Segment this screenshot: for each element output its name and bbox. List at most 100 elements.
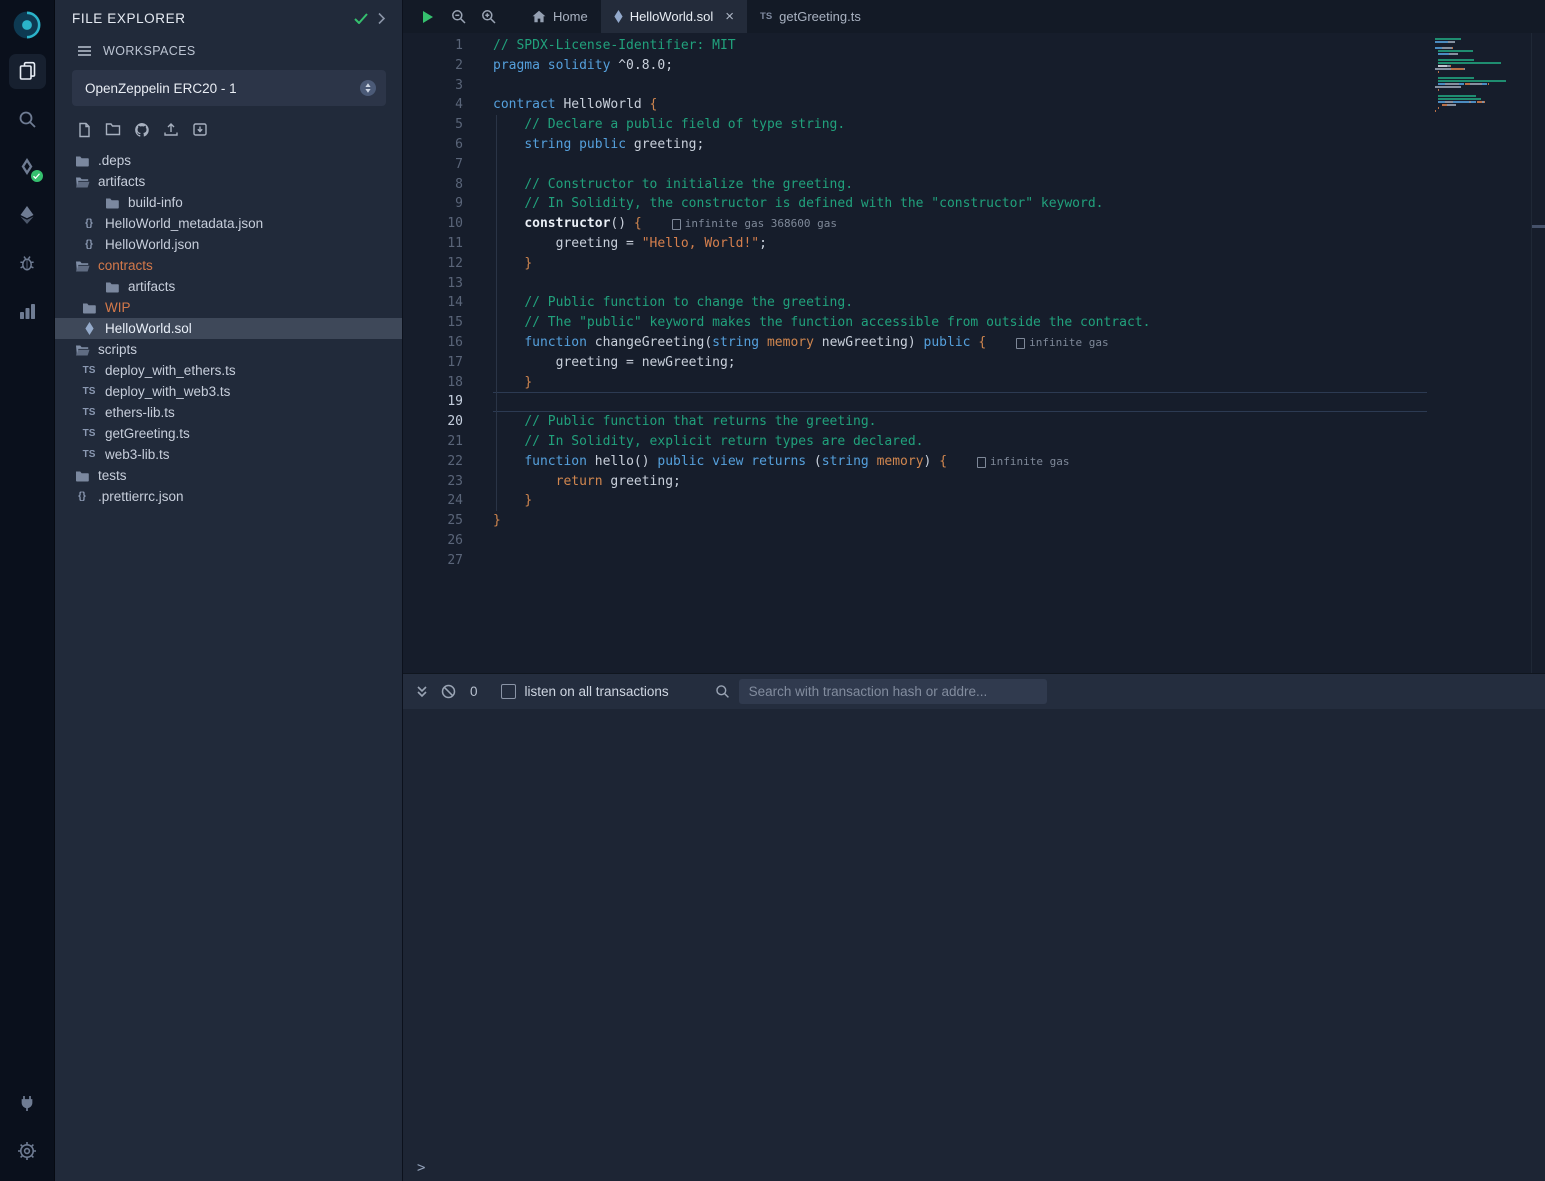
workspaces-menu-icon[interactable] xyxy=(77,45,92,57)
solidity-compiler-icon[interactable] xyxy=(0,143,55,191)
code-line[interactable]: // In Solidity, the constructor is defin… xyxy=(493,194,1427,214)
code-editor[interactable]: 1234567891011121314151617181920212223242… xyxy=(403,33,1545,673)
tab-label: Home xyxy=(553,9,588,24)
code-line[interactable]: greeting = "Hello, World!"; xyxy=(493,234,1427,254)
code-line[interactable]: // Constructor to initialize the greetin… xyxy=(493,175,1427,195)
tab-HelloWorld.sol[interactable]: HelloWorld.sol× xyxy=(601,0,747,33)
folder-open-icon xyxy=(74,176,90,188)
zoom-in-icon[interactable] xyxy=(473,0,503,33)
panel-header: FILE EXPLORER xyxy=(55,0,402,36)
tree-item-ethers-lib.ts[interactable]: TSethers-lib.ts xyxy=(55,402,402,423)
terminal-prompt[interactable]: > xyxy=(417,1160,425,1176)
code-line[interactable]: // Declare a public field of type string… xyxy=(493,115,1427,135)
file-explorer-icon[interactable] xyxy=(0,47,55,95)
remix-logo-icon[interactable] xyxy=(5,3,49,47)
terminal-search-input[interactable] xyxy=(739,679,1047,704)
create-folder-icon[interactable] xyxy=(105,122,121,138)
line-number: 9 xyxy=(403,194,483,214)
code-line[interactable]: pragma solidity ^0.8.0; xyxy=(493,56,1427,76)
code-line[interactable]: // Public function to change the greetin… xyxy=(493,293,1427,313)
clear-console-icon[interactable] xyxy=(441,684,456,699)
file-toolbar xyxy=(55,110,402,144)
tree-item-label: build-info xyxy=(128,195,183,210)
home-icon xyxy=(532,10,546,23)
line-number: 18 xyxy=(403,373,483,393)
panel-title: FILE EXPLORER xyxy=(72,11,344,26)
code-line[interactable]: // Public function that returns the gree… xyxy=(493,412,1427,432)
line-number: 10 xyxy=(403,214,483,234)
code-line[interactable] xyxy=(493,155,1427,175)
chevron-right-icon[interactable] xyxy=(378,12,386,25)
tab-Home[interactable]: Home xyxy=(519,0,601,33)
code-line[interactable]: function changeGreeting(string memory ne… xyxy=(493,333,1427,353)
tab-getGreeting.ts[interactable]: TSgetGreeting.ts xyxy=(747,0,874,33)
zoom-out-icon[interactable] xyxy=(443,0,473,33)
tree-item-deploy_with_web3.ts[interactable]: TSdeploy_with_web3.ts xyxy=(55,381,402,402)
minimap[interactable] xyxy=(1435,38,1519,119)
code-line[interactable]: contract HelloWorld { xyxy=(493,95,1427,115)
workspace-switch-icon[interactable] xyxy=(359,79,377,97)
tree-item-contracts[interactable]: contracts xyxy=(55,255,402,276)
code-line[interactable]: // SPDX-License-Identifier: MIT xyxy=(493,36,1427,56)
tree-item-label: deploy_with_web3.ts xyxy=(105,384,230,399)
code-line[interactable]: function hello() public view returns (st… xyxy=(493,452,1427,472)
code-line[interactable] xyxy=(493,531,1427,551)
tree-item-HelloWorld.sol[interactable]: HelloWorld.sol xyxy=(55,318,402,339)
terminal-expand-icon[interactable] xyxy=(415,685,429,698)
code-line[interactable]: // The "public" keyword makes the functi… xyxy=(493,313,1427,333)
tree-item-getGreeting.ts[interactable]: TSgetGreeting.ts xyxy=(55,423,402,444)
editor-scrollbar[interactable] xyxy=(1531,33,1545,673)
tree-item-label: .deps xyxy=(98,153,131,168)
code-content[interactable]: // SPDX-License-Identifier: MITpragma so… xyxy=(483,33,1427,673)
code-line[interactable]: } xyxy=(493,491,1427,511)
tree-item-label: web3-lib.ts xyxy=(105,447,170,462)
debugger-icon[interactable] xyxy=(0,239,55,287)
tree-item-HelloWorld.json[interactable]: {}HelloWorld.json xyxy=(55,234,402,255)
json-file-icon: {} xyxy=(81,218,97,229)
settings-gear-icon[interactable] xyxy=(0,1127,55,1175)
code-line[interactable] xyxy=(493,76,1427,96)
clone-github-icon[interactable] xyxy=(134,122,150,138)
tree-item-artifacts[interactable]: artifacts xyxy=(55,171,402,192)
run-script-button[interactable] xyxy=(413,0,443,33)
code-line[interactable] xyxy=(493,392,1427,412)
gas-estimate-annotation: infinite gas xyxy=(1014,336,1108,349)
code-line[interactable]: string public greeting; xyxy=(493,135,1427,155)
deploy-run-icon[interactable] xyxy=(0,191,55,239)
plugin-manager-icon[interactable] xyxy=(0,287,55,335)
code-line[interactable] xyxy=(493,551,1427,571)
tree-item-scripts[interactable]: scripts xyxy=(55,339,402,360)
plugin-connect-icon[interactable] xyxy=(0,1079,55,1127)
tree-item-HelloWorld_metadata.json[interactable]: {}HelloWorld_metadata.json xyxy=(55,213,402,234)
terminal-output[interactable]: > xyxy=(403,709,1545,1181)
code-line[interactable]: } xyxy=(493,511,1427,531)
workspace-select[interactable]: OpenZeppelin ERC20 - 1 xyxy=(72,70,386,106)
code-line[interactable]: } xyxy=(493,254,1427,274)
line-number: 17 xyxy=(403,353,483,373)
sol-icon xyxy=(81,322,97,335)
typescript-file-icon: TS xyxy=(81,428,97,439)
remix-ide: FILE EXPLORER WORKSPACES OpenZeppelin ER… xyxy=(0,0,1545,1181)
tree-item-.prettierrc.json[interactable]: {}.prettierrc.json xyxy=(55,486,402,507)
check-icon[interactable] xyxy=(354,13,368,24)
code-line[interactable]: } xyxy=(493,373,1427,393)
tree-item-tests[interactable]: tests xyxy=(55,465,402,486)
upload-file-icon[interactable] xyxy=(163,122,179,138)
code-line[interactable]: // In Solidity, explicit return types ar… xyxy=(493,432,1427,452)
code-line[interactable]: greeting = newGreeting; xyxy=(493,353,1427,373)
tree-item-artifacts[interactable]: artifacts xyxy=(55,276,402,297)
code-line[interactable] xyxy=(493,274,1427,294)
tree-item-WIP[interactable]: WIP xyxy=(55,297,402,318)
create-file-icon[interactable] xyxy=(77,122,92,138)
tree-item-web3-lib.ts[interactable]: TSweb3-lib.ts xyxy=(55,444,402,465)
listen-transactions-checkbox[interactable] xyxy=(501,684,516,699)
code-line[interactable]: return greeting; xyxy=(493,472,1427,492)
search-icon[interactable] xyxy=(0,95,55,143)
close-tab-icon[interactable]: × xyxy=(725,9,734,24)
code-line[interactable]: constructor() {infinite gas 368600 gas xyxy=(493,214,1427,234)
tree-item-.deps[interactable]: .deps xyxy=(55,150,402,171)
tree-item-build-info[interactable]: build-info xyxy=(55,192,402,213)
tree-item-deploy_with_ethers.ts[interactable]: TSdeploy_with_ethers.ts xyxy=(55,360,402,381)
import-icon[interactable] xyxy=(192,122,208,138)
line-number: 22 xyxy=(403,452,483,472)
